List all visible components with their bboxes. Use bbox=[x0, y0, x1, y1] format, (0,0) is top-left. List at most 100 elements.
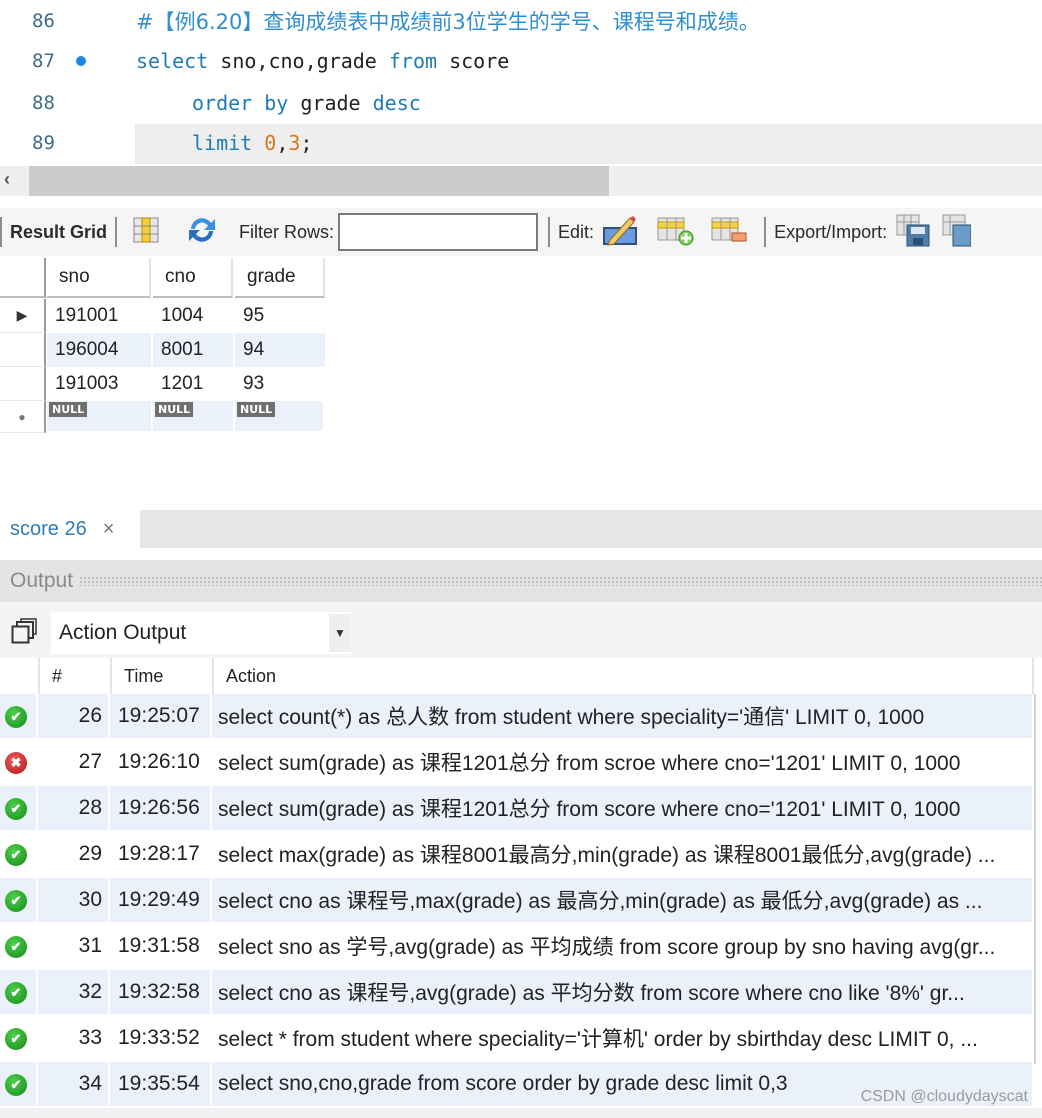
status-cell: ✔ bbox=[0, 1062, 36, 1106]
grid-header-row: sno cno grade bbox=[0, 258, 326, 298]
cell-sno-null[interactable]: NULL bbox=[47, 401, 151, 431]
cell-cno-null[interactable]: NULL bbox=[153, 401, 233, 431]
success-check-icon: ✔ bbox=[5, 982, 27, 1004]
output-row[interactable]: ✔ 29 19:28:17 select max(grade) as 课程8001最高… bbox=[0, 832, 1042, 878]
error-x-icon: ✖ bbox=[5, 752, 27, 774]
status-cell: ✔ bbox=[0, 694, 36, 738]
column-header-number[interactable]: # bbox=[38, 658, 110, 694]
row-indicator[interactable]: ▶ bbox=[0, 299, 46, 333]
import-icon[interactable] bbox=[941, 213, 972, 252]
cell-sno[interactable]: 191001 bbox=[47, 299, 151, 333]
output-table-header: # Time Action bbox=[0, 658, 1042, 694]
sql-editor[interactable]: 86 #【例6.20】查询成绩表中成绩前3位学生的学号、课程号和成绩。 87 s… bbox=[0, 0, 1042, 166]
cell-number: 30 bbox=[38, 878, 108, 922]
result-grid-tab[interactable]: Result Grid bbox=[10, 222, 107, 243]
cell-action: select sno as 学号,avg(grade) as 平均成绩 from… bbox=[218, 936, 996, 959]
add-row-icon[interactable] bbox=[656, 214, 694, 251]
column-header-time[interactable]: Time bbox=[110, 658, 212, 694]
result-toolbar: Result Grid Filter Rows: Edit: Export/Im… bbox=[0, 208, 1042, 256]
cell-action: select cno as 课程号,avg(grade) as 平均分数 fro… bbox=[212, 970, 1032, 1014]
output-row[interactable]: ✔ 31 19:31:58 select sno as 学号,avg(grade) a… bbox=[0, 924, 1042, 970]
table-row[interactable]: 196004 8001 94 bbox=[0, 333, 326, 367]
form-editor-icon[interactable] bbox=[133, 216, 159, 249]
breakpoint-dot-icon[interactable] bbox=[76, 56, 86, 66]
chevron-down-icon[interactable]: ▼ bbox=[329, 614, 351, 652]
output-panel-header[interactable]: Output bbox=[0, 560, 1042, 602]
output-row[interactable]: ✔ 33 19:33:52 select * from student where s… bbox=[0, 1016, 1042, 1062]
null-badge: NULL bbox=[237, 402, 276, 417]
code-line-89[interactable]: 89 limit 0,3; bbox=[0, 122, 1042, 164]
table-row[interactable]: ▶ 191001 1004 95 bbox=[0, 299, 326, 333]
result-tab-bar: score 26 × bbox=[0, 510, 1042, 548]
success-check-icon: ✔ bbox=[5, 890, 27, 912]
cell-time: 19:31:58 bbox=[118, 934, 200, 957]
output-row[interactable]: ✔ 28 19:26:56 select sum(grade) as 课程1201总分… bbox=[0, 786, 1042, 832]
cell-grade[interactable]: 94 bbox=[235, 333, 325, 367]
status-cell: ✖ bbox=[0, 740, 36, 784]
cell-action: select sum(grade) as 课程1201总分 from score… bbox=[212, 786, 1032, 830]
status-cell: ✔ bbox=[0, 832, 36, 876]
close-icon[interactable]: × bbox=[103, 518, 115, 541]
column-header-grade[interactable]: grade bbox=[235, 258, 325, 298]
cell-sno[interactable]: 196004 bbox=[47, 333, 151, 367]
status-cell: ✔ bbox=[0, 786, 36, 830]
row-indicator[interactable]: ● bbox=[0, 401, 46, 433]
output-title: Output bbox=[10, 569, 74, 592]
drag-grip-handle[interactable] bbox=[79, 576, 1042, 586]
vertical-scrollbar[interactable] bbox=[1034, 694, 1036, 1064]
status-cell: ✔ bbox=[0, 924, 36, 968]
output-row[interactable]: ✔ 26 19:25:07 select count(*) as 总人数 from s… bbox=[0, 694, 1042, 740]
null-badge: NULL bbox=[49, 402, 88, 417]
cell-action: select cno as 课程号,max(grade) as 最高分,min(… bbox=[212, 878, 1032, 922]
export-icon[interactable] bbox=[895, 213, 931, 252]
cell-action: select sum(grade) as 课程1201总分 from scroe… bbox=[218, 752, 961, 775]
line-number: 88 bbox=[32, 92, 55, 114]
scroll-left-icon[interactable]: ‹ bbox=[4, 169, 10, 190]
filter-rows-input[interactable] bbox=[338, 213, 539, 251]
status-cell: ✔ bbox=[0, 1016, 36, 1060]
refresh-icon[interactable] bbox=[185, 215, 219, 250]
divider bbox=[115, 217, 118, 247]
new-row-marker-icon: ● bbox=[18, 409, 26, 424]
null-badge: NULL bbox=[155, 402, 194, 417]
new-row[interactable]: ● NULL NULL NULL bbox=[0, 401, 326, 435]
output-type-select[interactable]: Action Output ▼ bbox=[51, 612, 351, 654]
success-check-icon: ✔ bbox=[5, 936, 27, 958]
cell-cno[interactable]: 1201 bbox=[153, 367, 233, 401]
scrollbar-thumb[interactable] bbox=[29, 166, 609, 196]
horizontal-scrollbar[interactable]: ‹ bbox=[0, 166, 1042, 196]
table-row[interactable]: 191003 1201 93 bbox=[0, 367, 326, 401]
cell-time: 19:35:54 bbox=[110, 1062, 210, 1106]
code-line-88[interactable]: 88 order by grade desc bbox=[0, 82, 1042, 124]
row-indicator[interactable] bbox=[0, 367, 46, 401]
status-cell: ✔ bbox=[0, 878, 36, 922]
code-comment: #【例6.20】查询成绩表中成绩前3位学生的学号、课程号和成绩。 bbox=[136, 10, 760, 34]
cell-cno[interactable]: 8001 bbox=[153, 333, 233, 367]
cell-time: 19:28:17 bbox=[118, 842, 200, 865]
column-header-sno[interactable]: sno bbox=[47, 258, 151, 298]
cell-number: 34 bbox=[38, 1062, 108, 1106]
success-check-icon: ✔ bbox=[5, 1074, 27, 1096]
column-header-cno[interactable]: cno bbox=[153, 258, 233, 298]
copy-icon[interactable] bbox=[11, 618, 37, 644]
column-header-action[interactable]: Action bbox=[212, 658, 1034, 694]
filter-rows-label: Filter Rows: bbox=[239, 221, 335, 242]
code-line-87[interactable]: 87 select sno,cno,grade from score bbox=[0, 40, 1042, 82]
output-row[interactable]: ✔ 30 19:29:49 select cno as 课程号,max(grade) … bbox=[0, 878, 1042, 924]
edit-label: Edit: bbox=[558, 221, 595, 242]
output-row[interactable]: ✖ 27 19:26:10 select sum(grade) as 课程1201总分… bbox=[0, 740, 1042, 786]
divider bbox=[0, 217, 2, 247]
cell-grade[interactable]: 95 bbox=[235, 299, 325, 333]
code-line-86[interactable]: 86 #【例6.20】查询成绩表中成绩前3位学生的学号、课程号和成绩。 bbox=[0, 0, 1042, 42]
cell-cno[interactable]: 1004 bbox=[153, 299, 233, 333]
tab-score-26[interactable]: score 26 × bbox=[0, 510, 140, 548]
cell-grade-null[interactable]: NULL bbox=[235, 401, 323, 431]
edit-row-icon[interactable] bbox=[602, 214, 640, 251]
cell-action: select * from student where speciality='… bbox=[218, 1028, 978, 1051]
delete-row-icon[interactable] bbox=[710, 214, 748, 251]
output-toolbar: Action Output ▼ bbox=[0, 602, 1042, 658]
output-row[interactable]: ✔ 32 19:32:58 select cno as 课程号,avg(grade) … bbox=[0, 970, 1042, 1016]
cell-grade[interactable]: 93 bbox=[235, 367, 325, 401]
row-indicator[interactable] bbox=[0, 333, 46, 367]
cell-sno[interactable]: 191003 bbox=[47, 367, 151, 401]
